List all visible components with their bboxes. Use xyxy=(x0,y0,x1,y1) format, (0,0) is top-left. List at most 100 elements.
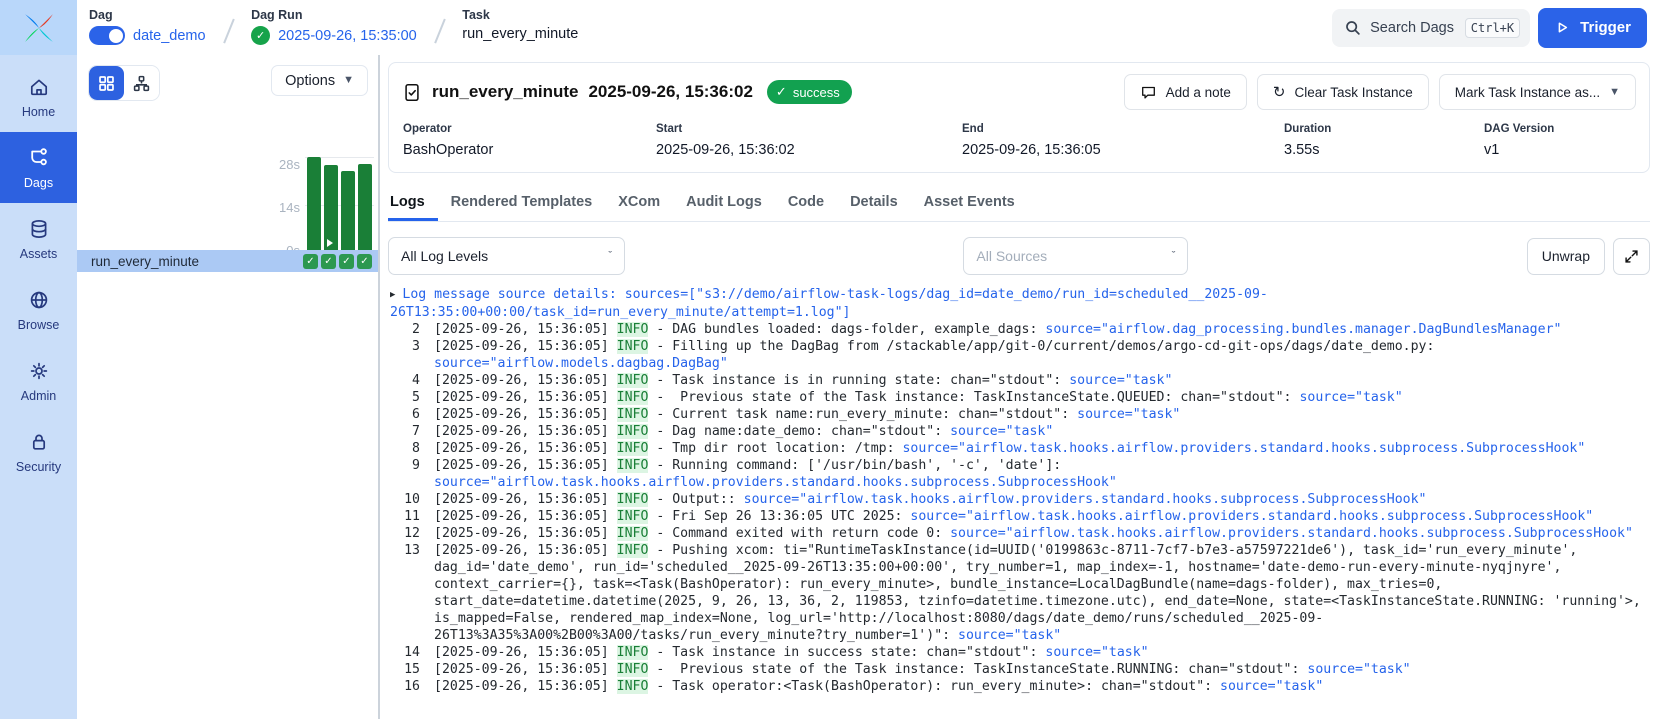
home-icon xyxy=(28,76,50,98)
log-timestamp: [2025-09-26, 15:36:05] xyxy=(434,424,609,439)
log-line-number: 15 xyxy=(390,661,420,678)
log-source-link[interactable]: source="task" xyxy=(1045,645,1148,660)
log-line-content: [2025-09-26, 15:36:05] INFO - Tmp dir ro… xyxy=(434,440,1650,457)
log-source-link[interactable]: source="task" xyxy=(1069,373,1172,388)
sidebar-item-label: Browse xyxy=(18,318,60,332)
trigger-button[interactable]: Trigger xyxy=(1538,8,1647,48)
log-timestamp: [2025-09-26, 15:36:05] xyxy=(434,373,609,388)
meta-grid: OperatorBashOperatorStart2025-09-26, 15:… xyxy=(389,119,1649,172)
log-source-summary[interactable]: ▶Log message source details: sources=["s… xyxy=(390,286,1650,321)
log-line-number: 7 xyxy=(390,423,420,440)
add-note-button[interactable]: Add a note xyxy=(1124,74,1247,110)
task-instance-timestamp: 2025-09-26, 15:36:02 xyxy=(588,82,752,102)
options-button[interactable]: Options ▼ xyxy=(271,65,368,96)
sidebar-item-assets[interactable]: Assets xyxy=(0,203,77,274)
axis-tick: 14s xyxy=(279,200,300,215)
dag-link[interactable]: date_demo xyxy=(133,28,206,44)
fullscreen-expand-button[interactable] xyxy=(1613,238,1650,275)
log-line-number: 3 xyxy=(390,338,420,372)
sidebar-item-dags[interactable]: Dags xyxy=(0,132,77,203)
log-level-info: INFO xyxy=(617,526,649,541)
tab-rendered-templates[interactable]: Rendered Templates xyxy=(438,184,606,221)
tab-bar: LogsRendered TemplatesXComAudit LogsCode… xyxy=(388,184,1650,222)
log-level-info: INFO xyxy=(617,390,649,405)
breadcrumb-dag-run: Dag Run ✓ 2025-09-26, 15:35:00 xyxy=(251,8,417,45)
task-row-run-every-minute[interactable]: run_every_minute ✓✓✓✓ xyxy=(77,250,378,272)
log-toolbar: All Log Levels ˇ All Sources ˇ Unwrap xyxy=(388,237,1650,275)
airflow-logo[interactable] xyxy=(0,0,77,55)
graph-view-button[interactable] xyxy=(124,66,159,100)
log-source-link[interactable]: source="task" xyxy=(958,628,1061,643)
log-line-number: 12 xyxy=(390,525,420,542)
play-icon xyxy=(1554,19,1571,36)
chevron-down-icon: ˇ xyxy=(1172,251,1176,262)
sidebar-item-browse[interactable]: Browse xyxy=(0,274,77,345)
log-line-number: 11 xyxy=(390,508,420,525)
log-source-link[interactable]: source="task" xyxy=(1077,407,1180,422)
tab-logs[interactable]: Logs xyxy=(388,184,438,221)
log-source-select[interactable]: All Sources ˇ xyxy=(963,237,1188,275)
log-line-number: 14 xyxy=(390,644,420,661)
mark-task-instance-as-button[interactable]: Mark Task Instance as... ▼ xyxy=(1439,74,1636,110)
log-level-info: INFO xyxy=(617,492,649,507)
meta-field-end: End2025-09-26, 15:36:05 xyxy=(962,123,1284,158)
log-source-link[interactable]: source="airflow.models.dagbag.DagBag" xyxy=(434,356,728,371)
grid-view-button[interactable] xyxy=(89,66,124,100)
meta-value: v1 xyxy=(1484,142,1635,158)
log-level-info: INFO xyxy=(617,407,649,422)
duration-bars xyxy=(307,157,372,252)
log-timestamp: [2025-09-26, 15:36:05] xyxy=(434,662,609,677)
log-line: 14[2025-09-26, 15:36:05] INFO - Task ins… xyxy=(390,644,1650,661)
tab-audit-logs[interactable]: Audit Logs xyxy=(673,184,775,221)
sidebar-item-security[interactable]: Security xyxy=(0,416,77,487)
sidebar-item-admin[interactable]: Admin xyxy=(0,345,77,416)
dag-pause-toggle[interactable] xyxy=(89,26,125,45)
log-source-link[interactable]: source="task" xyxy=(1307,662,1410,677)
duration-bar[interactable] xyxy=(307,157,321,252)
log-level-info: INFO xyxy=(617,543,649,558)
task-run-states: ✓✓✓✓ xyxy=(303,254,372,269)
dag-run-link[interactable]: 2025-09-26, 15:35:00 xyxy=(278,28,417,44)
graph-view-icon xyxy=(132,74,151,93)
log-level-select[interactable]: All Log Levels ˇ xyxy=(388,237,625,275)
sidebar-item-home[interactable]: Home xyxy=(0,61,77,132)
task-state-success-square[interactable]: ✓ xyxy=(303,254,318,269)
breadcrumb-dag: Dag date_demo xyxy=(89,8,206,45)
log-source-link[interactable]: source="airflow.dag_processing.bundles.m… xyxy=(1045,322,1561,337)
log-source-link[interactable]: source="airflow.task.hooks.airflow.provi… xyxy=(744,492,1427,507)
log-source-link[interactable]: source="task" xyxy=(1220,679,1323,694)
log-source-link[interactable]: source="airflow.task.hooks.airflow.provi… xyxy=(902,441,1585,456)
clear-task-instance-button[interactable]: ↻ Clear Task Instance xyxy=(1257,74,1429,110)
duration-bar[interactable] xyxy=(358,164,372,252)
search-input[interactable]: Search Dags Ctrl+K xyxy=(1332,9,1530,47)
note-icon xyxy=(1140,84,1157,101)
tab-xcom[interactable]: XCom xyxy=(605,184,673,221)
search-shortcut-kbd: Ctrl+K xyxy=(1465,18,1520,38)
log-source-link[interactable]: source="airflow.task.hooks.airflow.provi… xyxy=(910,509,1593,524)
main-panel: run_every_minute 2025-09-26, 15:36:02 ✓ … xyxy=(378,55,1657,719)
duration-bar[interactable] xyxy=(324,165,338,252)
sidebar-item-label: Assets xyxy=(20,247,58,261)
tab-asset-events[interactable]: Asset Events xyxy=(911,184,1028,221)
task-state-success-square[interactable]: ✓ xyxy=(321,254,336,269)
log-source-link[interactable]: source="airflow.task.hooks.airflow.provi… xyxy=(434,475,1117,490)
tab-details[interactable]: Details xyxy=(837,184,911,221)
admin-icon xyxy=(28,360,50,382)
log-level-info: INFO xyxy=(617,339,649,354)
task-state-success-square[interactable]: ✓ xyxy=(357,254,372,269)
log-line: 7[2025-09-26, 15:36:05] INFO - Dag name:… xyxy=(390,423,1650,440)
log-level-info: INFO xyxy=(617,645,649,660)
log-timestamp: [2025-09-26, 15:36:05] xyxy=(434,543,609,558)
log-line-content: [2025-09-26, 15:36:05] INFO - Output:: s… xyxy=(434,491,1650,508)
duration-bar[interactable] xyxy=(341,171,355,252)
log-line-number: 5 xyxy=(390,389,420,406)
log-timestamp: [2025-09-26, 15:36:05] xyxy=(434,407,609,422)
task-state-success-square[interactable]: ✓ xyxy=(339,254,354,269)
tab-code[interactable]: Code xyxy=(775,184,837,221)
breadcrumb-task: Task run_every_minute xyxy=(462,8,578,42)
log-line-content: [2025-09-26, 15:36:05] INFO - Current ta… xyxy=(434,406,1650,423)
log-source-link[interactable]: source="task" xyxy=(1299,390,1402,405)
log-source-link[interactable]: source="task" xyxy=(950,424,1053,439)
unwrap-button[interactable]: Unwrap xyxy=(1527,238,1605,275)
log-source-link[interactable]: source="airflow.task.hooks.airflow.provi… xyxy=(950,526,1633,541)
